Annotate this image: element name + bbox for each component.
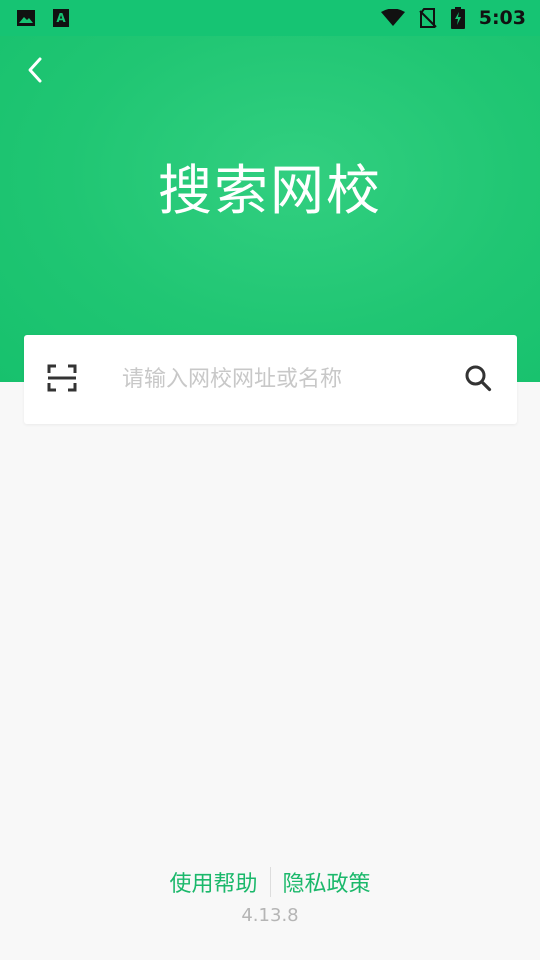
battery-charging-icon (450, 7, 465, 29)
back-button[interactable] (16, 52, 56, 92)
search-input[interactable] (98, 349, 439, 410)
status-bar: A 5:03 (0, 0, 540, 36)
no-sim-icon (419, 8, 437, 28)
status-right: 5:03 (380, 7, 526, 29)
svg-text:A: A (56, 11, 66, 25)
help-link[interactable]: 使用帮助 (157, 866, 269, 898)
header: 搜索网校 (0, 36, 540, 382)
scan-icon (47, 364, 77, 396)
status-time: 5:03 (478, 7, 526, 29)
screen: A 5:03 搜索网校 请输入网校网址或名称 使用帮助 隐私政策 4.13.8 (0, 0, 540, 960)
chevron-left-icon (26, 56, 46, 88)
search-bar (24, 335, 517, 424)
page-title: 搜索网校 (158, 159, 382, 222)
status-left: A (16, 8, 70, 28)
search-button[interactable] (439, 335, 517, 424)
search-icon (464, 364, 492, 396)
image-icon (16, 9, 36, 27)
privacy-policy-link[interactable]: 隐私政策 (271, 866, 383, 898)
footer-links: 使用帮助 隐私政策 (0, 866, 540, 898)
scan-button[interactable] (26, 335, 98, 424)
wifi-icon (380, 9, 405, 27)
font-app-icon: A (52, 8, 70, 28)
version-text: 4.13.8 (241, 905, 299, 926)
